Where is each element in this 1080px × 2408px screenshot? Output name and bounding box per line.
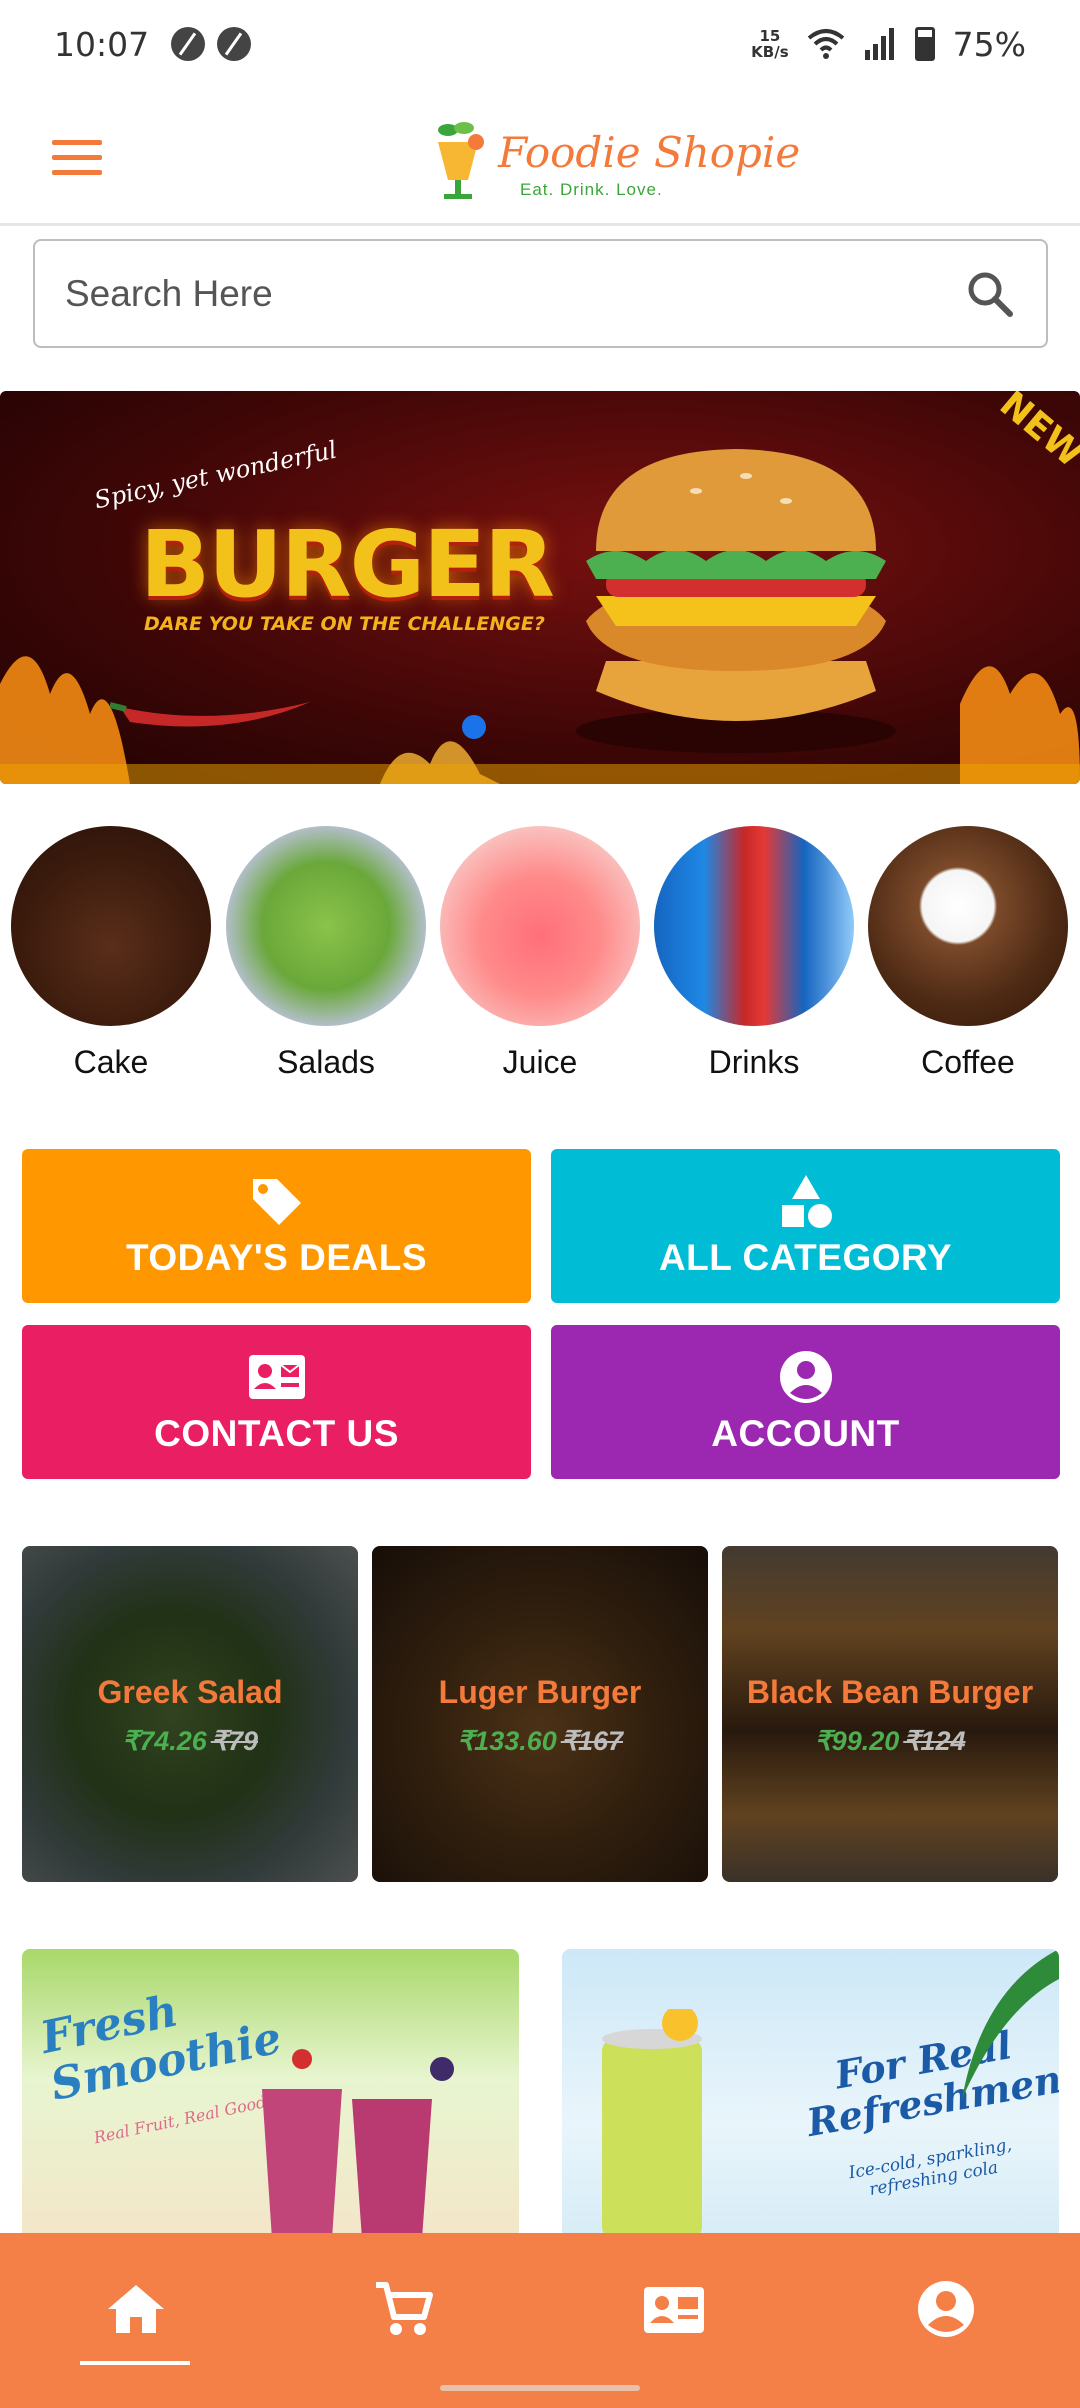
product-card[interactable]: Luger Burger ₹133.60 ₹167 <box>372 1546 708 1882</box>
contact-card-icon[interactable] <box>642 2277 706 2341</box>
product-card[interactable]: Greek Salad ₹74.26 ₹79 <box>22 1546 358 1882</box>
search-icon[interactable] <box>964 268 1016 320</box>
smoothie-promo[interactable]: Fresh Smoothie Real Fruit, Real Good ! <box>22 1949 519 2239</box>
product-name: Luger Burger <box>438 1674 642 1710</box>
category-salads[interactable]: Salads <box>226 826 426 1081</box>
juice-cup-icon <box>438 122 484 199</box>
coffee-image <box>868 826 1068 1026</box>
category-drinks[interactable]: Drinks <box>654 826 854 1081</box>
contact-us-button[interactable]: CONTACT US <box>22 1325 531 1479</box>
status-right: 15 KB/s 75% <box>751 25 1026 64</box>
leaf-icon <box>171 27 206 61</box>
category-label: Coffee <box>921 1044 1015 1080</box>
category-label: Juice <box>502 1044 578 1080</box>
wifi-icon <box>807 29 844 59</box>
status-bar: 10:07 15 KB/s 75% <box>0 0 1080 88</box>
notification-icons <box>171 27 252 61</box>
category-coffee[interactable]: Coffee <box>868 826 1068 1081</box>
chili-image <box>110 702 310 727</box>
logo-title: Foodie Shopie <box>498 128 801 177</box>
home-icon[interactable] <box>104 2277 168 2341</box>
banner-title: BURGER <box>140 511 555 618</box>
category-label: Salads <box>277 1044 375 1080</box>
price-current: ₹74.26 <box>122 1726 207 1756</box>
burger-image <box>576 449 896 753</box>
account-button[interactable]: ACCOUNT <box>551 1325 1060 1479</box>
status-time: 10:07 <box>54 24 150 64</box>
contact-card-icon <box>248 1355 305 1399</box>
soft-drink-subtitle: Ice-cold, sparkling, refreshing cola <box>847 2134 1014 2201</box>
app-header: Foodie Shopie Eat. Drink. Love. <box>0 88 1080 226</box>
leaf-icon <box>217 27 252 61</box>
new-badge: NEW <box>991 391 1080 476</box>
battery-icon <box>914 27 935 61</box>
account-icon <box>779 1351 832 1403</box>
product-card[interactable]: Black Bean Burger ₹99.20 ₹124 <box>722 1546 1058 1882</box>
carousel-dot[interactable] <box>462 715 486 739</box>
hamburger-menu-icon[interactable] <box>52 140 102 176</box>
account-icon[interactable] <box>914 2277 978 2341</box>
cart-icon[interactable] <box>372 2277 436 2341</box>
product-price: ₹99.20 ₹124 <box>722 1726 1058 1757</box>
price-original: ₹79 <box>210 1726 258 1756</box>
category-row: Cake Salads Juice Drinks Coffee <box>0 826 1080 1096</box>
system-home-indicator[interactable] <box>440 2385 640 2391</box>
category-juice[interactable]: Juice <box>440 826 640 1081</box>
category-label: Cake <box>73 1044 149 1080</box>
network-speed-unit: KB/s <box>751 43 789 61</box>
juice-image <box>440 826 640 1026</box>
network-speed-value: 15 <box>759 27 781 45</box>
todays-deals-label: TODAY'S DEALS <box>125 1237 428 1278</box>
app-logo: Foodie Shopie Eat. Drink. Love. <box>428 110 800 206</box>
banner-tagline: Spicy, yet wonderful <box>91 435 340 515</box>
price-current: ₹133.60 <box>457 1726 557 1756</box>
contact-us-label: CONTACT US <box>154 1413 399 1454</box>
account-label: ACCOUNT <box>711 1413 900 1454</box>
drinks-image <box>654 826 854 1026</box>
product-name: Black Bean Burger <box>746 1674 1034 1710</box>
salad-image <box>226 826 426 1026</box>
price-current: ₹99.20 <box>814 1726 900 1756</box>
product-price: ₹133.60 ₹167 <box>372 1726 708 1757</box>
search-bar[interactable] <box>33 239 1048 348</box>
all-category-label: ALL CATEGORY <box>658 1237 953 1278</box>
active-tab-indicator <box>80 2361 190 2365</box>
soft-drink-promo[interactable]: For Real Refreshment! Ice-cold, sparklin… <box>562 1949 1059 2239</box>
bottom-navigation <box>0 2233 1080 2408</box>
network-speed: 15 KB/s <box>751 28 788 60</box>
shapes-icon <box>781 1175 832 1228</box>
tag-icon <box>252 1179 301 1225</box>
cake-image <box>11 826 211 1026</box>
battery-percent: 75% <box>952 24 1026 64</box>
category-label: Drinks <box>708 1044 800 1080</box>
product-name: Greek Salad <box>97 1674 283 1710</box>
todays-deals-button[interactable]: TODAY'S DEALS <box>22 1149 531 1303</box>
promo-carousel[interactable]: Spicy, yet wonderful BURGER DARE YOU TAK… <box>0 391 1080 784</box>
soft-drink-can-image <box>602 2009 702 2239</box>
category-cake[interactable]: Cake <box>11 826 211 1081</box>
search-input[interactable] <box>65 272 964 315</box>
signal-icon <box>864 28 894 60</box>
product-price: ₹74.26 ₹79 <box>22 1726 358 1757</box>
price-original: ₹167 <box>560 1726 623 1756</box>
banner-subtitle: DARE YOU TAKE ON THE CHALLENGE? <box>144 613 545 635</box>
logo-tagline: Eat. Drink. Love. <box>520 180 663 199</box>
palm-leaf-image <box>962 1949 1059 2099</box>
price-original: ₹124 <box>903 1726 966 1756</box>
all-category-button[interactable]: ALL CATEGORY <box>551 1149 1060 1303</box>
smoothie-cups-image <box>262 2049 454 2239</box>
